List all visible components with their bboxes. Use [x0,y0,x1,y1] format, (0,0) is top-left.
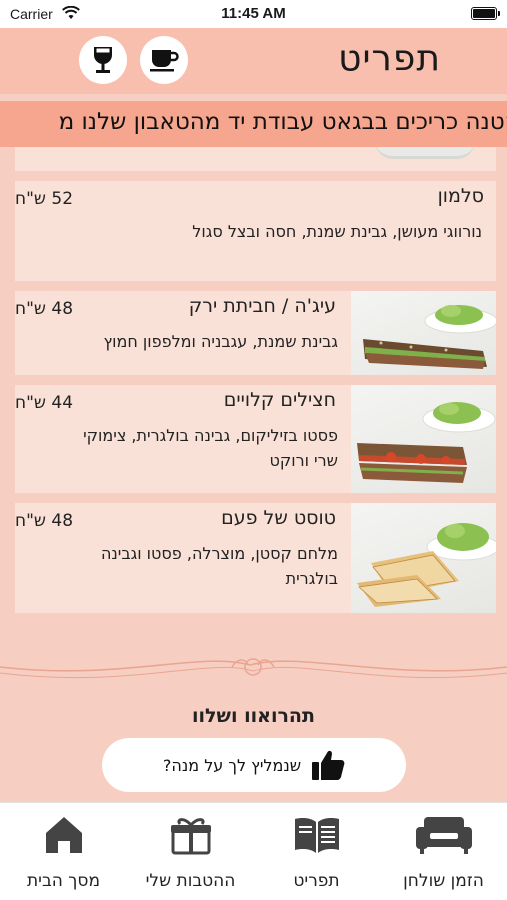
item-name: טוסט של פעם [221,507,336,529]
tab-home[interactable]: מסך הבית [0,803,127,900]
home-icon [45,817,82,853]
wine-glass-icon [94,47,112,73]
sofa-icon [415,817,472,854]
item-price: 48 ש"ח [15,299,74,319]
item-description: פסטו בזיליקום, גבינה בולגרית, צימוקי שרי… [83,426,338,470]
menu-item-card[interactable]: 44 ש"ח חצילים קלויים פסטו בזיליקום, גבינ… [15,385,496,493]
recommend-dish-label: שנמליץ לך על מנה? [162,755,302,775]
promo-ticker-text: קטנה כריכים בבגאט עבודת יד מהטאבון שלנו … [58,109,507,135]
battery-icon [471,7,500,20]
menu-item-card[interactable] [15,147,496,171]
item-description: גבינת שמנת, עגבניה ומלפפון חמוץ [103,332,338,351]
item-name: עיג'ה / חביתת ירק [188,295,336,317]
tab-label: ההטבות שלי [145,871,236,891]
menu-list[interactable]: 52 ש"ח סלמון נורווגי מעושן, גבינת שמנת, … [0,147,507,802]
tab-book-table[interactable]: הזמן שולחן [380,803,507,900]
tab-label: מסך הבית [26,871,101,891]
clock: 11:45 AM [221,5,286,22]
item-price: 48 ש"ח [15,511,74,531]
section-heading: תהרואוו ושלוו [192,705,315,723]
page-title: תפריט [338,38,441,79]
thumbs-up-icon [312,750,345,780]
food-photo [351,503,496,613]
food-photo [351,291,496,375]
page-header: תפריט [0,28,507,94]
menu-item-card[interactable]: 48 ש"ח עיג'ה / חביתת ירק גבינת שמנת, עגב… [15,291,496,375]
food-photo [375,147,475,159]
item-description: נורווגי מעושן, גבינת שמנת, חסה ובצל סגול [192,222,482,241]
tab-bar: הזמן שולחן תפריט ההטבות שלי מסך הבית [0,802,507,900]
item-price: 52 ש"ח [15,189,74,209]
tab-menu[interactable]: תפריט [253,803,380,900]
tab-my-benefits[interactable]: ההטבות שלי [127,803,254,900]
item-description: מלחם קסטן, מוצרלה, פסטו וגבינה בולגרית [100,544,338,588]
item-name: סלמון [437,185,484,207]
promo-ticker: קטנה כריכים בבגאט עבודת יד מהטאבון שלנו … [0,101,507,147]
menu-item-card[interactable]: 48 ש"ח טוסט של פעם מלחם קסטן, מוצרלה, פס… [15,503,496,613]
recommend-dish-button[interactable]: שנמליץ לך על מנה? [102,738,406,792]
tab-label: הזמן שולחן [403,871,484,891]
coffee-cup-icon [150,50,179,72]
item-name: חצילים קלויים [223,389,336,411]
food-photo [351,385,496,493]
tab-label: תפריט [293,871,340,891]
item-price: 44 ש"ח [15,393,74,413]
status-bar: Carrier 11:45 AM [0,0,507,28]
ornament-divider [0,637,507,697]
gift-icon [170,818,211,855]
coffee-menu-button[interactable] [140,36,188,84]
wine-menu-button[interactable] [79,36,127,84]
menu-book-icon [294,818,339,853]
menu-item-card[interactable]: 52 ש"ח סלמון נורווגי מעושן, גבינת שמנת, … [15,181,496,281]
